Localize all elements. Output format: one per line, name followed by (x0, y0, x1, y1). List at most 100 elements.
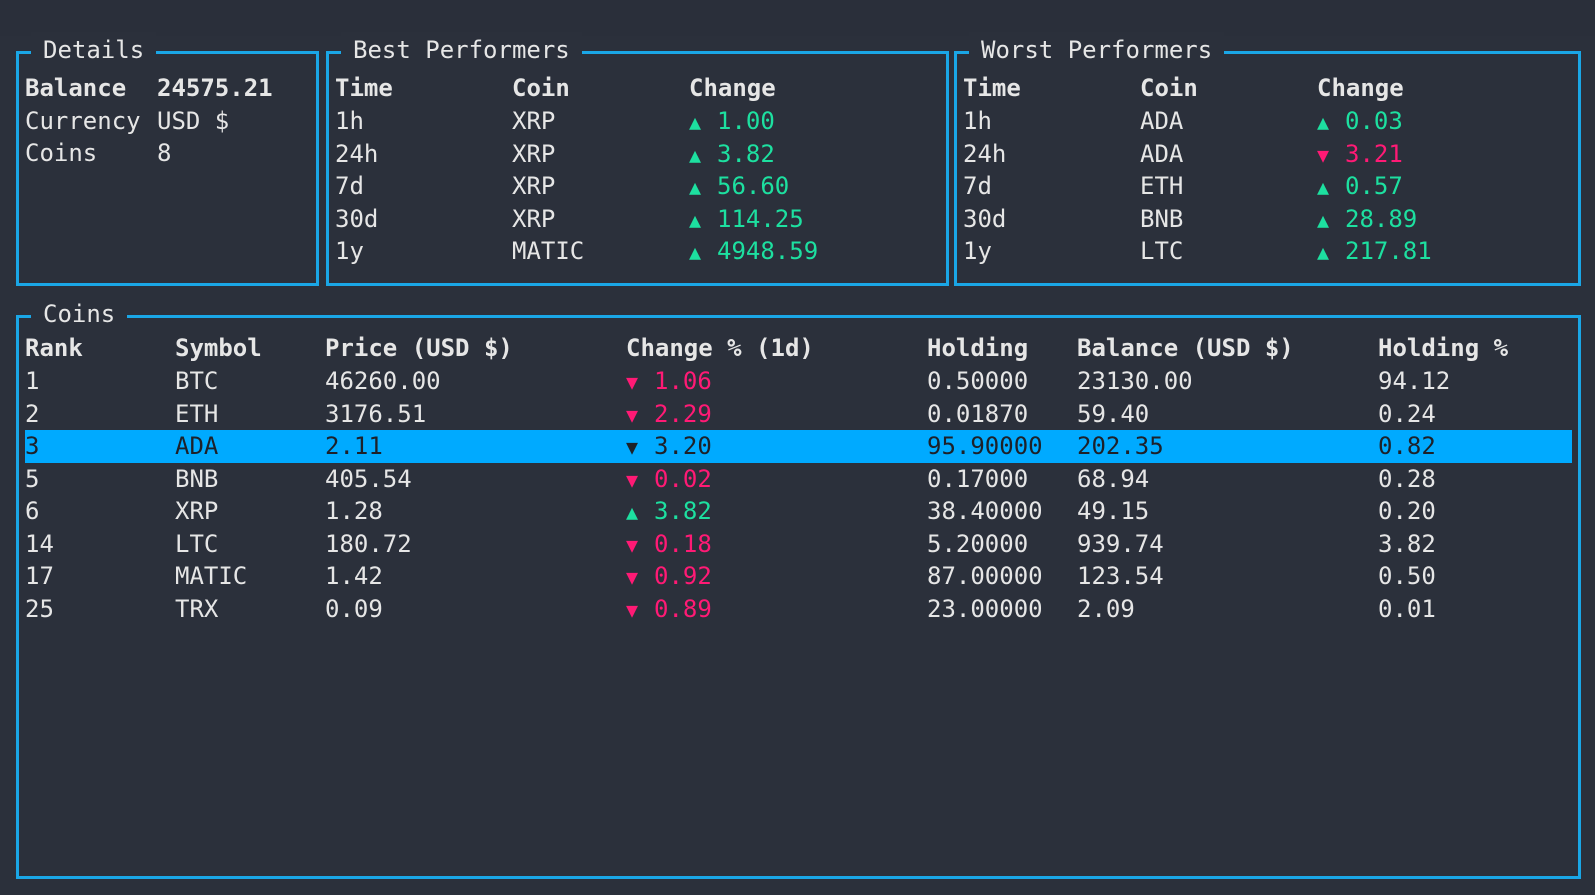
details-label: Currency (25, 106, 141, 135)
best-change-value: 3.82 (717, 139, 775, 168)
best-row: 30d XRP ▲ 114.25 (335, 203, 940, 236)
coins-header-symbol: Symbol (175, 334, 262, 362)
details-panel-title: Details (31, 32, 157, 68)
coin-row[interactable]: 6 XRP 1.28 ▲ 3.82 38.40000 49.15 0.20 (25, 495, 1572, 528)
coins-header-holding-pct: Holding % (1378, 334, 1509, 362)
best-time: 24h (335, 139, 379, 168)
coin-rank: 1 (25, 367, 40, 395)
coin-symbol: BNB (175, 464, 219, 493)
coin-row[interactable]: 25 TRX 0.09 ▼ 0.89 23.00000 2.09 0.01 (25, 593, 1572, 626)
best-change-value: 4948.59 (717, 237, 819, 265)
worst-time: 24h (963, 139, 1007, 168)
coin-balance: 23130.00 (1077, 367, 1193, 395)
best-time: 7d (335, 172, 364, 200)
arrow-up-icon: ▲ (1317, 207, 1330, 232)
coin-price: 405.54 (325, 464, 412, 493)
coin-change: ▼ 1.06 (626, 365, 712, 399)
coin-change: ▼ 0.02 (626, 463, 712, 497)
coin-holding-pct: 0.82 (1378, 432, 1436, 460)
worst-time: 30d (963, 204, 1007, 233)
coin-symbol: TRX (175, 594, 219, 623)
best-header-coin: Coin (512, 74, 570, 102)
coin-price: 1.42 (325, 562, 383, 590)
coin-symbol: ETH (175, 399, 219, 428)
worst-row: 7d ETH ▲ 0.57 (963, 170, 1572, 203)
best-coin: XRP (512, 172, 556, 200)
best-change-value: 1.00 (717, 107, 775, 135)
coins-panel: Coins Rank Symbol Price (USD $) Change %… (16, 296, 1581, 879)
coin-change-value: 0.89 (654, 594, 712, 623)
coin-row[interactable]: 14 LTC 180.72 ▼ 0.18 5.20000 939.74 3.82 (25, 528, 1572, 561)
best-change-value: 114.25 (717, 204, 804, 233)
coin-change-value: 0.92 (654, 562, 712, 590)
best-change: ▲ 4948.59 (689, 235, 818, 269)
arrow-down-icon: ▼ (626, 597, 639, 622)
worst-performers-title: Worst Performers (969, 32, 1225, 68)
worst-change: ▲ 217.81 (1317, 235, 1432, 269)
coin-change-value: 1.06 (654, 367, 712, 395)
arrow-up-icon: ▲ (689, 207, 702, 232)
best-time: 1h (335, 107, 364, 135)
details-label: Coins (25, 139, 98, 167)
coin-symbol: ADA (175, 432, 219, 460)
worst-time: 1y (963, 237, 992, 265)
coin-price: 2.11 (325, 432, 383, 460)
worst-coin: BNB (1140, 204, 1184, 233)
coin-row[interactable]: 5 BNB 405.54 ▼ 0.02 0.17000 68.94 0.28 (25, 463, 1572, 496)
details-value: USD $ (157, 106, 230, 135)
best-row: 1h XRP ▲ 1.00 (335, 105, 940, 138)
worst-coin: ADA (1140, 139, 1184, 168)
coin-symbol: LTC (175, 529, 219, 558)
coin-balance: 2.09 (1077, 594, 1135, 623)
best-performers-title: Best Performers (341, 32, 582, 68)
arrow-up-icon: ▲ (1317, 240, 1330, 264)
worst-row: 30d BNB ▲ 28.89 (963, 203, 1572, 236)
coin-balance: 202.35 (1077, 432, 1164, 460)
coin-price: 0.09 (325, 594, 383, 623)
details-panel: Details Balance 24575.21 Currency USD $ Coin… (16, 32, 319, 286)
coin-change-value: 3.20 (654, 432, 712, 460)
coin-holding: 0.17000 (927, 464, 1029, 493)
worst-row: 24h ADA ▼ 3.21 (963, 138, 1572, 171)
coin-rank: 17 (25, 562, 54, 590)
best-change: ▲ 114.25 (689, 203, 804, 237)
terminal-top-strip (0, 0, 1595, 36)
best-coin: MATIC (512, 237, 585, 265)
coin-holding-pct: 0.50 (1378, 562, 1436, 590)
coin-holding-pct: 0.20 (1378, 497, 1436, 525)
details-label: Balance (25, 74, 127, 102)
coin-row[interactable]: 2 ETH 3176.51 ▼ 2.29 0.01870 59.40 0.24 (25, 398, 1572, 431)
worst-time: 1h (963, 107, 992, 135)
best-coin: XRP (512, 107, 556, 135)
coin-row[interactable]: 1 BTC 46260.00 ▼ 1.06 0.50000 23130.00 94.12 (25, 365, 1572, 398)
worst-coin: ETH (1140, 172, 1184, 200)
coin-row-selected[interactable]: 3 ADA 2.11 ▼ 3.20 95.90000 202.35 0.82 (25, 430, 1572, 463)
best-time: 1y (335, 237, 364, 265)
worst-change: ▼ 3.21 (1317, 138, 1403, 172)
best-coin: XRP (512, 139, 556, 168)
coin-holding: 0.50000 (927, 367, 1029, 395)
best-row: 1y MATIC ▲ 4948.59 (335, 235, 940, 268)
coins-header-rank: Rank (25, 334, 83, 362)
coin-balance: 68.94 (1077, 464, 1150, 493)
worst-row: 1h ADA ▲ 0.03 (963, 105, 1572, 138)
coin-change: ▼ 2.29 (626, 398, 712, 432)
best-change: ▲ 56.60 (689, 170, 789, 204)
best-change: ▲ 1.00 (689, 105, 775, 139)
worst-header-row: Time Coin Change (963, 72, 1572, 105)
worst-row: 1y LTC ▲ 217.81 (963, 235, 1572, 268)
coin-balance: 123.54 (1077, 562, 1164, 590)
details-value: 8 (157, 139, 172, 167)
coin-holding: 5.20000 (927, 529, 1029, 558)
coin-balance: 939.74 (1077, 529, 1164, 558)
coins-panel-title: Coins (31, 296, 128, 332)
coin-price: 3176.51 (325, 399, 427, 428)
coin-symbol: XRP (175, 497, 219, 525)
coin-change: ▼ 0.89 (626, 593, 712, 627)
coin-rank: 3 (25, 432, 40, 460)
best-header-time: Time (335, 74, 393, 102)
coin-change-value: 0.02 (654, 464, 712, 493)
coin-row[interactable]: 17 MATIC 1.42 ▼ 0.92 87.00000 123.54 0.50 (25, 560, 1572, 593)
worst-time: 7d (963, 172, 992, 200)
worst-header-time: Time (963, 74, 1021, 102)
